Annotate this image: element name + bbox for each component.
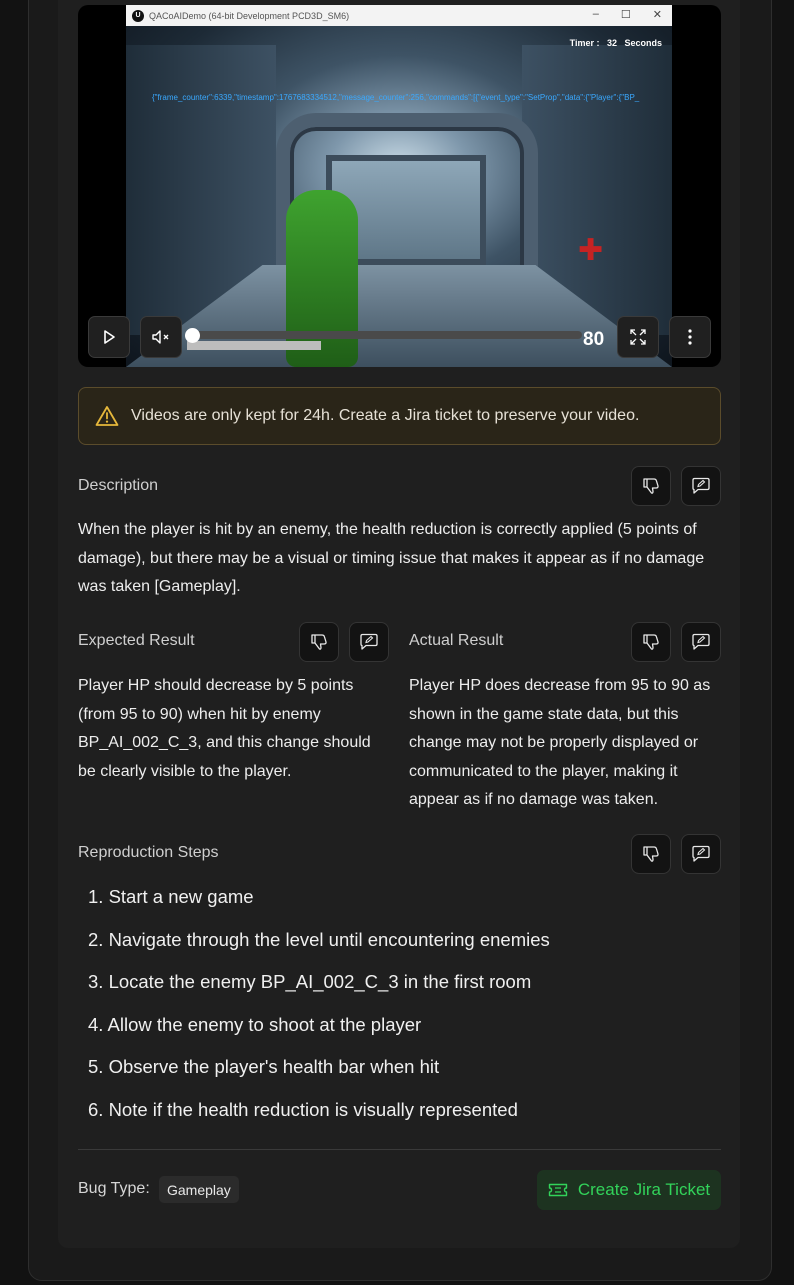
actual-result-text: Player HP does decrease from 95 to 90 as… — [409, 677, 711, 808]
more-options-button[interactable] — [669, 316, 711, 358]
video-scrubber-handle[interactable] — [185, 328, 200, 343]
video-buffer-bar — [187, 341, 321, 350]
bug-type-badge: Gameplay — [159, 1176, 239, 1203]
thumbs-down-icon — [643, 478, 659, 494]
health-pickup-icon: ✚ — [578, 234, 604, 267]
create-jira-ticket-label: Create Jira Ticket — [577, 1180, 711, 1199]
game-timer: Timer : 32 Seconds — [569, 38, 662, 48]
steps-dislike-button[interactable] — [631, 834, 671, 874]
reproduction-steps-list: 1. Start a new game 2. Navigate through … — [88, 886, 550, 1141]
expected-result-label: Expected Result — [78, 632, 195, 649]
create-jira-ticket-button[interactable]: Create Jira Ticket — [537, 1170, 721, 1210]
game-window-title: QACoAIDemo (64-bit Development PCD3D_SM6… — [149, 10, 350, 21]
volume-muted-icon — [152, 330, 169, 344]
bug-type-label: Bug Type: — [78, 1180, 150, 1197]
actual-dislike-button[interactable] — [631, 622, 671, 662]
description-text: When the player is hit by an enemy, the … — [78, 521, 705, 595]
step-item: 6. Note if the health reduction is visua… — [88, 1098, 518, 1120]
mute-button[interactable] — [140, 316, 182, 358]
warning-text: Videos are only kept for 24h. Create a J… — [131, 407, 640, 424]
unreal-logo-icon: U — [132, 9, 144, 22]
minimize-icon: – — [592, 8, 599, 20]
step-item: 5. Observe the player's health bar when … — [88, 1056, 440, 1077]
fullscreen-button[interactable] — [617, 316, 659, 358]
game-window-titlebar: U QACoAIDemo (64-bit Development PCD3D_S… — [126, 5, 672, 26]
section-divider — [78, 1149, 721, 1150]
step-item: 2. Navigate through the level until enco… — [88, 928, 550, 950]
step-item: 3. Locate the enemy BP_AI_002_C_3 in the… — [88, 971, 532, 992]
actual-result-label: Actual Result — [409, 632, 504, 649]
comment-edit-icon — [692, 633, 710, 650]
more-vertical-icon — [688, 329, 692, 345]
debug-overlay-text: {"frame_counter":6339,"timestamp":176768… — [152, 93, 640, 102]
step-item: 1. Start a new game — [88, 886, 254, 907]
close-icon: ✕ — [652, 9, 662, 21]
maximize-icon: ☐ — [620, 9, 631, 21]
actual-comment-button[interactable] — [681, 622, 721, 662]
thumbs-down-icon — [311, 634, 327, 650]
retention-warning: Videos are only kept for 24h. Create a J… — [78, 387, 721, 445]
step-item: 4. Allow the enemy to shoot at the playe… — [88, 1013, 422, 1035]
play-icon — [104, 330, 115, 344]
game-frame: ✚ U QACoAIDemo (64-bit Development PCD3D… — [126, 5, 672, 367]
expected-comment-button[interactable] — [349, 622, 389, 662]
comment-edit-icon — [692, 845, 710, 862]
fullscreen-icon — [630, 329, 646, 345]
description-comment-button[interactable] — [681, 466, 721, 506]
expected-dislike-button[interactable] — [299, 622, 339, 662]
play-button[interactable] — [88, 316, 130, 358]
warning-icon — [95, 406, 119, 426]
video-player[interactable]: ✚ U QACoAIDemo (64-bit Development PCD3D… — [78, 5, 721, 367]
comment-edit-icon — [692, 477, 710, 494]
expected-result-text: Player HP should decrease by 5 points (f… — [78, 677, 371, 780]
video-progress-bar[interactable] — [187, 331, 582, 339]
thumbs-down-icon — [643, 634, 659, 650]
comment-edit-icon — [360, 633, 378, 650]
description-dislike-button[interactable] — [631, 466, 671, 506]
video-overlay-number: 80 — [583, 329, 605, 350]
thumbs-down-icon — [643, 846, 659, 862]
reproduction-steps-label: Reproduction Steps — [78, 844, 219, 861]
steps-comment-button[interactable] — [681, 834, 721, 874]
ticket-icon — [548, 1183, 568, 1197]
description-label: Description — [78, 477, 159, 494]
